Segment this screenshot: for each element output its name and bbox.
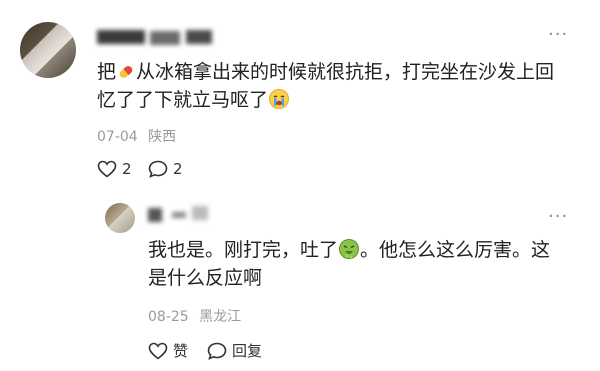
reply-count: 2 [173,160,183,178]
reply-more-dots-icon[interactable]: ··· [548,206,568,227]
comment-date: 07-04 [97,129,138,145]
reply-reply-button[interactable]: 回复 [207,340,262,361]
reply-button[interactable]: 2 [148,160,183,178]
reply-reply-label: 回复 [232,342,263,360]
heart-icon [148,342,168,360]
reply-meta: 08-25 黑龙江 [148,306,241,326]
reply-date: 08-25 [148,309,189,325]
vomiting-face-emoji [338,238,360,268]
comment-meta: 07-04 陕西 [97,126,176,146]
reply-like-button[interactable]: 赞 [148,340,188,361]
comment-text-line2: 忆了了下就立马呕了 [97,86,290,118]
reply-like-label: 赞 [173,342,189,360]
like-button[interactable]: 2 [97,160,132,178]
avatar[interactable] [20,22,76,78]
crying-face-emoji [268,88,290,118]
reply-location: 黑龙江 [199,309,242,325]
comment-location: 陕西 [148,129,177,145]
reply-text-line2: 是什么反应啊 [148,267,263,289]
heart-icon [97,160,117,178]
reply-avatar[interactable] [105,203,135,233]
comment-bubble-icon [148,160,168,178]
comment-bubble-icon [207,342,227,360]
like-count: 2 [122,160,132,178]
more-dots-icon[interactable]: ··· [548,24,568,45]
